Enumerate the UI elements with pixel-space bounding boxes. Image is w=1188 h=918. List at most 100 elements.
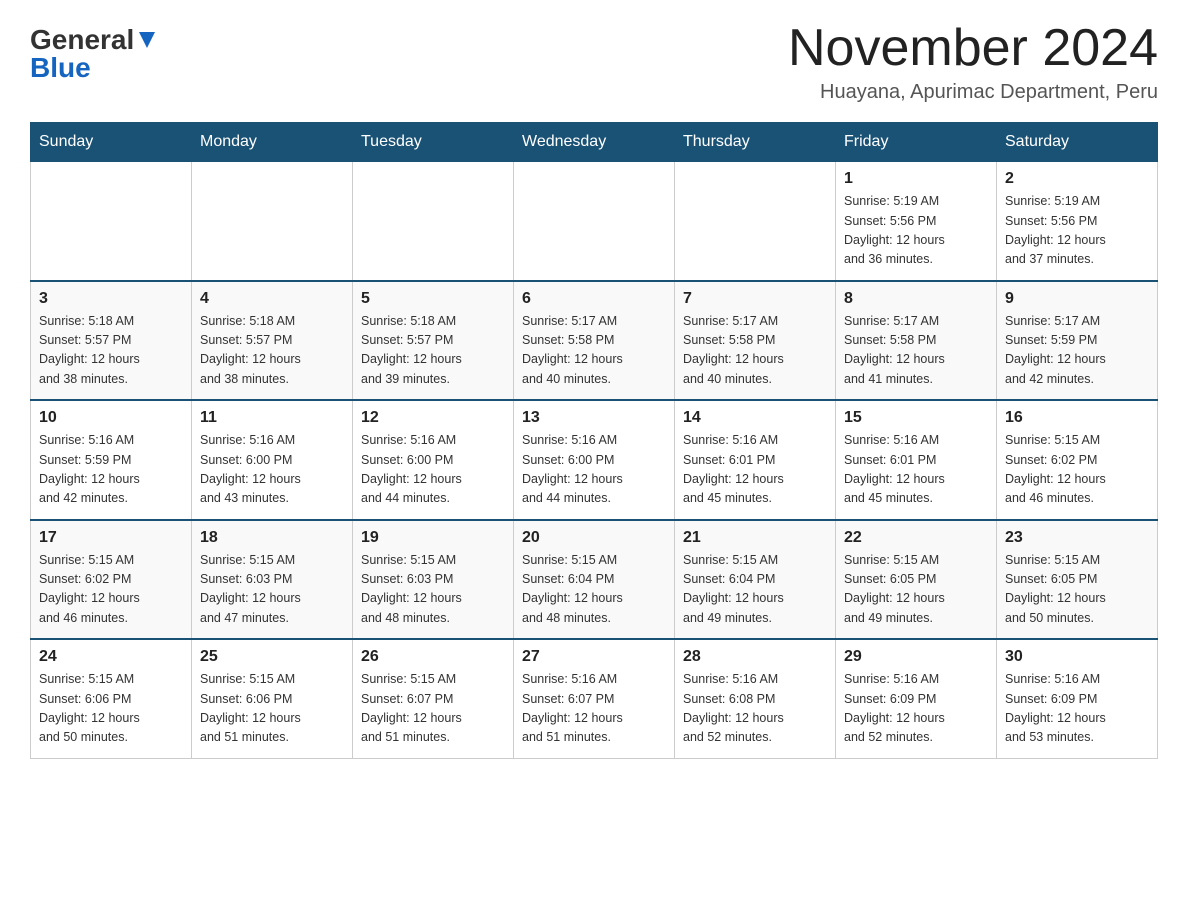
logo-triangle-icon <box>136 29 158 51</box>
day-info: Sunrise: 5:19 AM Sunset: 5:56 PM Dayligh… <box>1005 192 1149 270</box>
calendar-cell: 16 Sunrise: 5:15 AM Sunset: 6:02 PM Dayli… <box>997 400 1158 520</box>
calendar-week-row: 3 Sunrise: 5:18 AM Sunset: 5:57 PM Daylig… <box>31 281 1158 401</box>
day-info: Sunrise: 5:15 AM Sunset: 6:03 PM Dayligh… <box>361 551 505 629</box>
calendar-cell: 26 Sunrise: 5:15 AM Sunset: 6:07 PM Dayli… <box>353 639 514 758</box>
day-info: Sunrise: 5:16 AM Sunset: 6:07 PM Dayligh… <box>522 670 666 748</box>
day-number: 1 <box>844 170 988 188</box>
day-info: Sunrise: 5:18 AM Sunset: 5:57 PM Dayligh… <box>39 312 183 390</box>
day-number: 14 <box>683 409 827 427</box>
day-number: 22 <box>844 529 988 547</box>
calendar-header-row: SundayMondayTuesdayWednesdayThursdayFrid… <box>31 123 1158 162</box>
day-number: 13 <box>522 409 666 427</box>
day-info: Sunrise: 5:17 AM Sunset: 5:58 PM Dayligh… <box>683 312 827 390</box>
day-info: Sunrise: 5:16 AM Sunset: 6:00 PM Dayligh… <box>522 431 666 509</box>
day-info: Sunrise: 5:15 AM Sunset: 6:03 PM Dayligh… <box>200 551 344 629</box>
calendar-table: SundayMondayTuesdayWednesdayThursdayFrid… <box>30 122 1158 759</box>
day-info: Sunrise: 5:16 AM Sunset: 5:59 PM Dayligh… <box>39 431 183 509</box>
day-info: Sunrise: 5:19 AM Sunset: 5:56 PM Dayligh… <box>844 192 988 270</box>
calendar-week-row: 1 Sunrise: 5:19 AM Sunset: 5:56 PM Daylig… <box>31 162 1158 281</box>
day-number: 6 <box>522 290 666 308</box>
day-info: Sunrise: 5:16 AM Sunset: 6:00 PM Dayligh… <box>361 431 505 509</box>
calendar-cell: 25 Sunrise: 5:15 AM Sunset: 6:06 PM Dayli… <box>192 639 353 758</box>
calendar-week-row: 24 Sunrise: 5:15 AM Sunset: 6:06 PM Dayli… <box>31 639 1158 758</box>
day-info: Sunrise: 5:16 AM Sunset: 6:01 PM Dayligh… <box>683 431 827 509</box>
calendar-cell: 17 Sunrise: 5:15 AM Sunset: 6:02 PM Dayli… <box>31 520 192 640</box>
calendar-cell: 14 Sunrise: 5:16 AM Sunset: 6:01 PM Dayli… <box>675 400 836 520</box>
calendar-cell: 19 Sunrise: 5:15 AM Sunset: 6:03 PM Dayli… <box>353 520 514 640</box>
day-info: Sunrise: 5:15 AM Sunset: 6:06 PM Dayligh… <box>200 670 344 748</box>
day-number: 25 <box>200 648 344 666</box>
header-saturday: Saturday <box>997 123 1158 162</box>
header-tuesday: Tuesday <box>353 123 514 162</box>
header-wednesday: Wednesday <box>514 123 675 162</box>
day-info: Sunrise: 5:16 AM Sunset: 6:09 PM Dayligh… <box>844 670 988 748</box>
day-info: Sunrise: 5:16 AM Sunset: 6:00 PM Dayligh… <box>200 431 344 509</box>
calendar-cell: 4 Sunrise: 5:18 AM Sunset: 5:57 PM Daylig… <box>192 281 353 401</box>
calendar-cell <box>514 162 675 281</box>
calendar-cell: 10 Sunrise: 5:16 AM Sunset: 5:59 PM Dayli… <box>31 400 192 520</box>
day-info: Sunrise: 5:18 AM Sunset: 5:57 PM Dayligh… <box>361 312 505 390</box>
calendar-cell: 28 Sunrise: 5:16 AM Sunset: 6:08 PM Dayli… <box>675 639 836 758</box>
day-info: Sunrise: 5:15 AM Sunset: 6:02 PM Dayligh… <box>1005 431 1149 509</box>
day-number: 26 <box>361 648 505 666</box>
calendar-cell: 12Sunrise: 5:16 AM Sunset: 6:00 PM Dayli… <box>353 400 514 520</box>
day-number: 28 <box>683 648 827 666</box>
calendar-cell: 30 Sunrise: 5:16 AM Sunset: 6:09 PM Dayli… <box>997 639 1158 758</box>
calendar-cell <box>192 162 353 281</box>
calendar-cell: 7 Sunrise: 5:17 AM Sunset: 5:58 PM Daylig… <box>675 281 836 401</box>
calendar-cell: 27 Sunrise: 5:16 AM Sunset: 6:07 PM Dayli… <box>514 639 675 758</box>
day-info: Sunrise: 5:17 AM Sunset: 5:58 PM Dayligh… <box>522 312 666 390</box>
day-info: Sunrise: 5:15 AM Sunset: 6:07 PM Dayligh… <box>361 670 505 748</box>
day-number: 10 <box>39 409 183 427</box>
day-number: 4 <box>200 290 344 308</box>
day-number: 27 <box>522 648 666 666</box>
day-info: Sunrise: 5:15 AM Sunset: 6:06 PM Dayligh… <box>39 670 183 748</box>
calendar-cell: 15Sunrise: 5:16 AM Sunset: 6:01 PM Dayli… <box>836 400 997 520</box>
day-info: Sunrise: 5:15 AM Sunset: 6:02 PM Dayligh… <box>39 551 183 629</box>
calendar-cell: 5 Sunrise: 5:18 AM Sunset: 5:57 PM Daylig… <box>353 281 514 401</box>
day-number: 20 <box>522 529 666 547</box>
day-number: 3 <box>39 290 183 308</box>
header-sunday: Sunday <box>31 123 192 162</box>
calendar-week-row: 10 Sunrise: 5:16 AM Sunset: 5:59 PM Dayli… <box>31 400 1158 520</box>
header-thursday: Thursday <box>675 123 836 162</box>
day-number: 18 <box>200 529 344 547</box>
day-number: 30 <box>1005 648 1149 666</box>
day-number: 24 <box>39 648 183 666</box>
day-number: 7 <box>683 290 827 308</box>
day-info: Sunrise: 5:16 AM Sunset: 6:08 PM Dayligh… <box>683 670 827 748</box>
calendar-cell: 18 Sunrise: 5:15 AM Sunset: 6:03 PM Dayli… <box>192 520 353 640</box>
calendar-cell: 3 Sunrise: 5:18 AM Sunset: 5:57 PM Daylig… <box>31 281 192 401</box>
calendar-cell: 2Sunrise: 5:19 AM Sunset: 5:56 PM Daylig… <box>997 162 1158 281</box>
logo-blue: Blue <box>30 54 91 82</box>
day-number: 19 <box>361 529 505 547</box>
calendar-cell: 9Sunrise: 5:17 AM Sunset: 5:59 PM Daylig… <box>997 281 1158 401</box>
day-number: 11 <box>200 409 344 427</box>
day-number: 16 <box>1005 409 1149 427</box>
calendar-cell: 6 Sunrise: 5:17 AM Sunset: 5:58 PM Daylig… <box>514 281 675 401</box>
day-number: 17 <box>39 529 183 547</box>
logo-general: General <box>30 26 134 54</box>
day-info: Sunrise: 5:16 AM Sunset: 6:09 PM Dayligh… <box>1005 670 1149 748</box>
header-monday: Monday <box>192 123 353 162</box>
calendar-cell <box>675 162 836 281</box>
day-info: Sunrise: 5:18 AM Sunset: 5:57 PM Dayligh… <box>200 312 344 390</box>
calendar-cell <box>353 162 514 281</box>
day-number: 21 <box>683 529 827 547</box>
calendar-cell: 23Sunrise: 5:15 AM Sunset: 6:05 PM Dayli… <box>997 520 1158 640</box>
day-number: 29 <box>844 648 988 666</box>
calendar-cell: 22Sunrise: 5:15 AM Sunset: 6:05 PM Dayli… <box>836 520 997 640</box>
header: General Blue November 2024 Huayana, Apur… <box>30 20 1158 104</box>
calendar-cell: 1 Sunrise: 5:19 AM Sunset: 5:56 PM Daylig… <box>836 162 997 281</box>
calendar-cell: 13 Sunrise: 5:16 AM Sunset: 6:00 PM Dayli… <box>514 400 675 520</box>
day-info: Sunrise: 5:15 AM Sunset: 6:04 PM Dayligh… <box>683 551 827 629</box>
header-friday: Friday <box>836 123 997 162</box>
day-number: 8 <box>844 290 988 308</box>
calendar-cell: 29 Sunrise: 5:16 AM Sunset: 6:09 PM Dayli… <box>836 639 997 758</box>
location-subtitle: Huayana, Apurimac Department, Peru <box>788 81 1158 104</box>
day-info: Sunrise: 5:17 AM Sunset: 5:58 PM Dayligh… <box>844 312 988 390</box>
day-info: Sunrise: 5:15 AM Sunset: 6:05 PM Dayligh… <box>1005 551 1149 629</box>
calendar-cell: 20 Sunrise: 5:15 AM Sunset: 6:04 PM Dayli… <box>514 520 675 640</box>
day-number: 5 <box>361 290 505 308</box>
day-info: Sunrise: 5:15 AM Sunset: 6:04 PM Dayligh… <box>522 551 666 629</box>
